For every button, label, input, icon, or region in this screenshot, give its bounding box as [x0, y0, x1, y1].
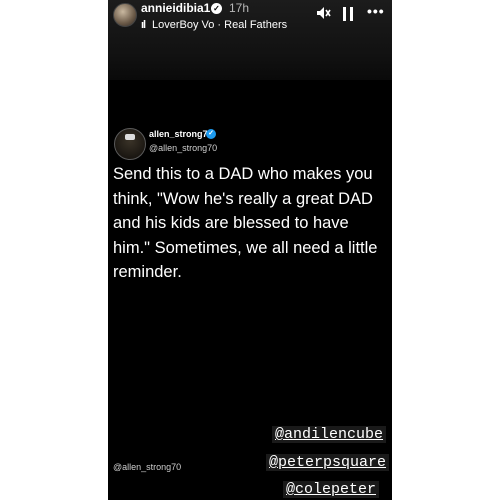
mention-sticker[interactable]: @andilencube — [272, 426, 387, 443]
mention-sticker[interactable]: @colepeter — [283, 481, 380, 498]
music-track-label[interactable]: LoverBoy Vo · Real Fathers — [152, 19, 287, 31]
tweet-verified-icon: ✓ — [206, 129, 216, 139]
profile-avatar[interactable] — [113, 3, 137, 27]
tweet-author-name: allen_strong70 — [149, 129, 213, 139]
watermark-handle: @allen_strong70 — [113, 462, 182, 472]
verified-badge-icon: ✓ — [211, 3, 222, 14]
story-frame: annieidibia1 ✓ 17h ıl LoverBoy Vo · Real… — [108, 0, 392, 500]
mute-icon[interactable] — [315, 5, 331, 21]
story-header: annieidibia1 ✓ 17h ıl LoverBoy Vo · Real… — [108, 0, 392, 80]
tweet-text: Send this to a DAD who makes you think, … — [113, 165, 378, 281]
pause-icon[interactable] — [342, 7, 354, 21]
more-options-icon[interactable]: ••• — [367, 3, 385, 19]
story-username[interactable]: annieidibia1 — [141, 1, 210, 15]
tweet-author-avatar — [114, 128, 146, 160]
mention-sticker[interactable]: @peterpsquare — [266, 454, 390, 471]
tweet-author-handle: @allen_strong70 — [149, 143, 218, 153]
story-time: 17h — [229, 1, 250, 15]
music-bars-icon: ıl — [141, 19, 146, 31]
